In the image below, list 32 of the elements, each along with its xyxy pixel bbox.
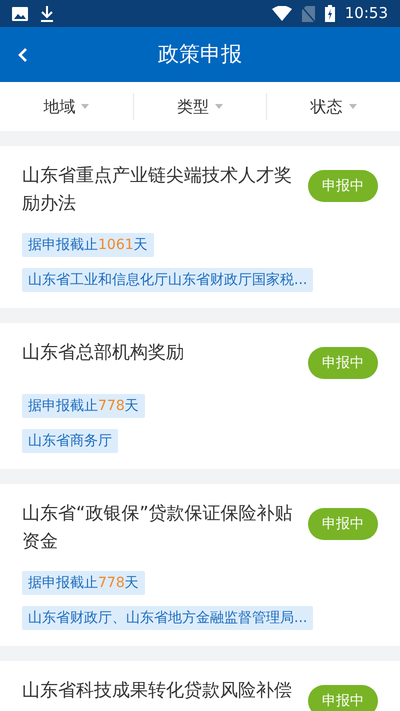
deadline-tag: 据申报截止778天 — [22, 394, 145, 418]
filter-dropdown[interactable]: 类型 — [177, 94, 223, 118]
back-icon — [18, 47, 28, 63]
status-badge: 申报中 — [308, 508, 378, 540]
caret-icon — [81, 104, 90, 109]
department-tag: 山东省工业和信息化厅山东省财政厅国家税... — [22, 268, 314, 292]
download-icon — [40, 6, 54, 22]
battery-icon — [324, 5, 335, 22]
policy-title: 山东省总部机构奖励 — [22, 341, 185, 365]
policy-title: 山东省重点产业链尖端技术人才奖励办法 — [22, 164, 293, 216]
status-badge: 申报中 — [308, 685, 378, 711]
policy-card[interactable]: 山东省科技成果转化贷款风险补偿 申报中 — [0, 661, 400, 711]
deadline-tag: 据申报截止1061天 — [22, 233, 154, 257]
filter-dropdown[interactable]: 地域 — [43, 94, 90, 118]
policy-card[interactable]: 山东省重点产业链尖端技术人才奖励办法 申报中 据申报截止1061天 山东省工业和信息化厅山东省财政厅国家税... — [0, 146, 400, 308]
department-tag: 山东省财政厅、山东省地方金融监督管理局... — [22, 606, 314, 630]
filter-dropdown[interactable]: 状态 — [310, 94, 357, 118]
no-sim-icon — [302, 6, 315, 22]
caret-icon — [348, 104, 357, 109]
policy-title: 山东省科技成果转化贷款风险补偿 — [22, 679, 293, 703]
page-title: 政策申报 — [158, 40, 242, 68]
status-badge: 申报中 — [308, 170, 378, 202]
caret-icon — [215, 104, 223, 109]
department-tag: 山东省商务厅 — [22, 429, 118, 453]
image-icon — [12, 6, 28, 20]
policy-card[interactable]: 山东省“政银保”贷款保证保险补贴资金 申报中 据申报截止778天 山东省财政厅、山东省地方金融监督管理局... — [0, 484, 400, 646]
policy-card[interactable]: 山东省总部机构奖励 申报中 据申报截止778天 山东省商务厅 — [0, 323, 400, 469]
deadline-tag: 据申报截止778天 — [22, 571, 145, 595]
policy-title: 山东省“政银保”贷款保证保险补贴资金 — [22, 502, 294, 554]
status-time: 10:53 — [344, 3, 388, 24]
status-badge: 申报中 — [308, 347, 378, 379]
wifi-icon — [272, 6, 292, 21]
